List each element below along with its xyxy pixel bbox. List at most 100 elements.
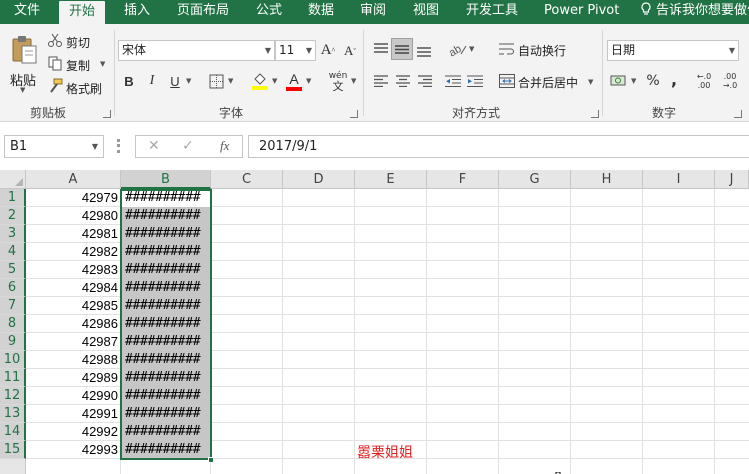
cut-icon[interactable]: [47, 32, 63, 48]
row-header[interactable]: 7: [0, 297, 26, 315]
font-color-button[interactable]: A: [285, 70, 303, 92]
cell-b[interactable]: ##########: [121, 405, 211, 423]
cell-b[interactable]: ##########: [121, 261, 211, 279]
row-header[interactable]: 3: [0, 225, 26, 243]
worksheet-grid[interactable]: ABCDEFGHIJ 1 42979 ########## 2 42980 #######…: [0, 170, 749, 474]
enter-icon[interactable]: ✓: [182, 138, 194, 154]
cell-a[interactable]: 42987: [26, 333, 120, 351]
row-header[interactable]: 14: [0, 423, 26, 441]
align-top-icon[interactable]: [372, 40, 390, 58]
tab-formulas[interactable]: 公式: [256, 0, 282, 24]
paste-button[interactable]: [6, 30, 42, 70]
column-header-b[interactable]: B: [121, 170, 211, 189]
cell-b[interactable]: ##########: [121, 189, 211, 207]
row-header[interactable]: 4: [0, 243, 26, 261]
format-painter-button[interactable]: 格式刷: [66, 80, 102, 97]
cell-b[interactable]: ##########: [121, 279, 211, 297]
merge-center-icon[interactable]: [498, 72, 516, 90]
row-header[interactable]: 12: [0, 387, 26, 405]
row-header[interactable]: 6: [0, 279, 26, 297]
row-header[interactable]: 1: [0, 189, 26, 207]
cell-b[interactable]: ##########: [121, 243, 211, 261]
select-all-button[interactable]: [0, 170, 26, 189]
column-header-h[interactable]: H: [571, 170, 643, 189]
decrease-decimal-button[interactable]: .00 →.0: [719, 70, 741, 92]
column-header-c[interactable]: C: [211, 170, 283, 189]
tell-me-box[interactable]: 告诉我你想要做什: [640, 0, 749, 24]
row-header[interactable]: 5: [0, 261, 26, 279]
increase-decimal-button[interactable]: ←.0 .00: [693, 70, 715, 92]
tab-power-pivot[interactable]: Power Pivot: [544, 0, 619, 24]
row-header[interactable]: 8: [0, 315, 26, 333]
clipboard-launcher-icon[interactable]: [103, 110, 111, 118]
cell-a[interactable]: 42986: [26, 315, 120, 333]
decrease-indent-icon[interactable]: [444, 72, 462, 90]
copy-icon[interactable]: [47, 55, 63, 71]
formula-input[interactable]: 2017/9/1: [248, 135, 749, 158]
font-launcher-icon[interactable]: [350, 110, 358, 118]
percent-button[interactable]: %: [645, 71, 661, 91]
column-header-d[interactable]: D: [283, 170, 355, 189]
tab-home[interactable]: 开始: [59, 1, 106, 24]
cell-b[interactable]: ##########: [121, 297, 211, 315]
cell-a[interactable]: 42979: [26, 189, 120, 207]
bold-button[interactable]: B: [120, 72, 138, 90]
cell-a[interactable]: 42985: [26, 297, 120, 315]
number-format-select[interactable]: 日期 ▼: [607, 40, 739, 61]
wrap-text-button[interactable]: 自动换行: [518, 42, 566, 59]
align-center-icon[interactable]: [394, 72, 412, 90]
cell-a[interactable]: 42988: [26, 351, 120, 369]
cell-b[interactable]: ##########: [121, 423, 211, 441]
formula-bar-grip[interactable]: [117, 139, 120, 153]
cell-a[interactable]: 42991: [26, 405, 120, 423]
cell-a[interactable]: 42990: [26, 387, 120, 405]
shrink-font-button[interactable]: Aˇ: [342, 42, 358, 60]
tab-insert[interactable]: 插入: [124, 0, 150, 24]
orientation-dropdown-arrow[interactable]: ▼: [469, 45, 474, 53]
cell-a[interactable]: 42983: [26, 261, 120, 279]
tab-view[interactable]: 视图: [413, 0, 439, 24]
merge-center-button[interactable]: 合并后居中: [518, 74, 578, 91]
row-header[interactable]: 2: [0, 207, 26, 225]
orientation-icon[interactable]: ab: [446, 39, 468, 59]
font-name-select[interactable]: 宋体 ▼: [118, 40, 275, 61]
paste-dropdown-arrow[interactable]: ▼: [20, 86, 25, 94]
align-right-icon[interactable]: [416, 72, 434, 90]
cell-a[interactable]: 42981: [26, 225, 120, 243]
merge-dropdown-arrow[interactable]: ▼: [588, 78, 593, 86]
cancel-icon[interactable]: ✕: [148, 138, 160, 154]
cell-b[interactable]: ##########: [121, 315, 211, 333]
cell-a[interactable]: 42982: [26, 243, 120, 261]
cell-b[interactable]: ##########: [121, 351, 211, 369]
name-box[interactable]: B1 ▼: [4, 135, 104, 158]
row-header[interactable]: [0, 459, 26, 474]
cell-b[interactable]: ##########: [121, 333, 211, 351]
tab-developer[interactable]: 开发工具: [466, 0, 518, 24]
borders-dropdown-arrow[interactable]: ▼: [228, 77, 233, 85]
insert-function-icon[interactable]: fx: [220, 138, 229, 154]
alignment-launcher-icon[interactable]: [591, 110, 599, 118]
column-header-g[interactable]: G: [499, 170, 571, 189]
cell-a[interactable]: 42992: [26, 423, 120, 441]
number-launcher-icon[interactable]: [734, 110, 742, 118]
copy-dropdown-arrow[interactable]: ▼: [100, 60, 105, 68]
fill-handle[interactable]: [208, 457, 214, 463]
increase-indent-icon[interactable]: [466, 72, 484, 90]
accounting-format-icon[interactable]: [609, 72, 629, 90]
column-header-a[interactable]: A: [26, 170, 121, 189]
column-header-f[interactable]: F: [427, 170, 499, 189]
column-header-e[interactable]: E: [355, 170, 427, 189]
phonetic-dropdown-arrow[interactable]: ▼: [351, 77, 356, 85]
cell-a[interactable]: 42980: [26, 207, 120, 225]
format-painter-icon[interactable]: [47, 78, 63, 94]
row-header[interactable]: 9: [0, 333, 26, 351]
grow-font-button[interactable]: A ^: [320, 41, 336, 59]
row-header[interactable]: 10: [0, 351, 26, 369]
comma-style-button[interactable]: ,: [668, 69, 680, 89]
underline-dropdown-arrow[interactable]: ▼: [186, 77, 191, 85]
column-header-i[interactable]: I: [643, 170, 715, 189]
tab-page-layout[interactable]: 页面布局: [177, 0, 229, 24]
tab-review[interactable]: 审阅: [360, 0, 386, 24]
tab-data[interactable]: 数据: [308, 0, 334, 24]
wrap-text-icon[interactable]: [498, 40, 516, 58]
